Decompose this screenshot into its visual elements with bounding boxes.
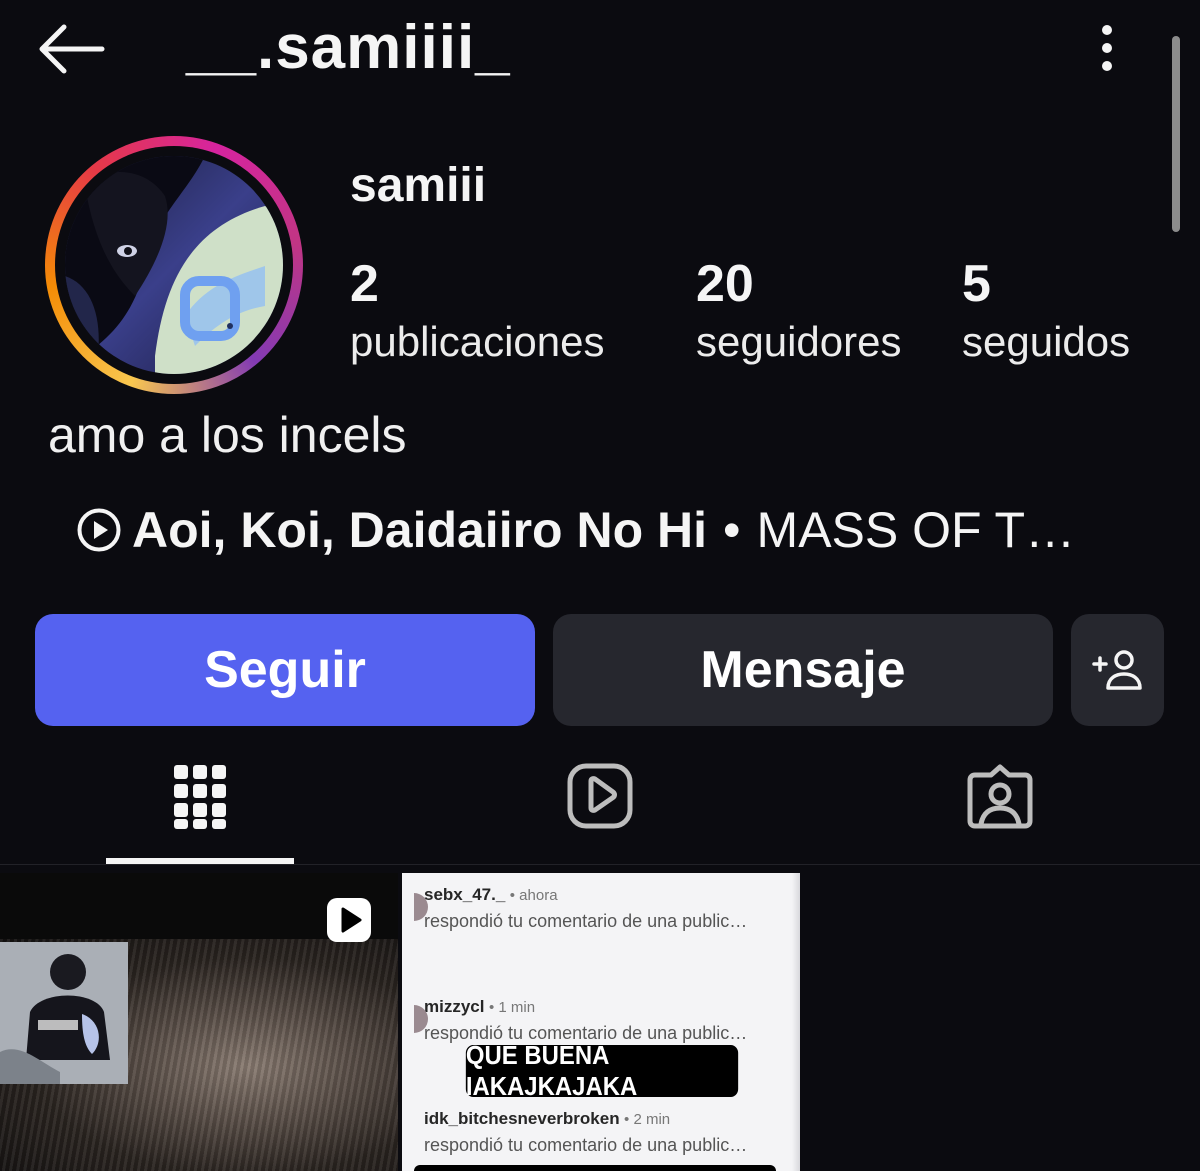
- text-sticker: QUE BUENA IAKAJKAJAKA: [465, 1040, 739, 1101]
- notification-item: idk_bitchesneverbroken • 2 min respondió…: [424, 1109, 747, 1156]
- sticker-edge: [414, 1165, 776, 1171]
- post-image-inset: [0, 942, 128, 1084]
- notification-user: idk_bitchesneverbroken: [424, 1109, 620, 1128]
- notification-time: • ahora: [509, 887, 558, 904]
- notification-user: mizzycl: [424, 997, 485, 1016]
- arrow-left-icon: [39, 24, 105, 74]
- divider: [0, 864, 1200, 865]
- post-image-edge: [792, 873, 800, 1171]
- profile-music[interactable]: Aoi, Koi, Daidaiiro No Hi • MASS OF T…: [76, 498, 1075, 562]
- more-vertical-icon: [1102, 25, 1112, 71]
- followers-count-value: 20: [696, 255, 754, 313]
- more-options-button[interactable]: [1090, 22, 1124, 78]
- story-ring[interactable]: [45, 136, 303, 394]
- music-separator: •: [723, 502, 741, 558]
- add-person-icon: [1091, 650, 1142, 690]
- notification-user: sebx_47._: [424, 885, 506, 904]
- post-thumbnail[interactable]: sebx_47._ • ahora respondió tu comentari…: [402, 873, 800, 1171]
- followers-count[interactable]: 20 seguidores: [696, 254, 901, 370]
- follow-button[interactable]: Seguir: [35, 614, 535, 726]
- notification-text: respondió tu comentario de una public…: [424, 911, 748, 931]
- followers-count-label: seguidores: [696, 318, 902, 365]
- reel-play-icon: [327, 898, 371, 942]
- notification-time: • 2 min: [624, 1111, 671, 1128]
- profile-page: __.samiiii_ samiii 2 publicaciones 20 se…: [0, 0, 1200, 1171]
- tab-tagged[interactable]: [960, 756, 1040, 836]
- grid-icon: [174, 765, 226, 829]
- music-artist: MASS OF T…: [756, 502, 1076, 558]
- back-button[interactable]: [34, 22, 106, 76]
- posts-count-label: publicaciones: [350, 318, 605, 365]
- bio: amo a los incels: [48, 407, 407, 463]
- display-name: samiii: [350, 159, 487, 212]
- notification-text: respondió tu comentario de una public…: [424, 1135, 748, 1155]
- avatar: [65, 156, 283, 374]
- message-button[interactable]: Mensaje: [553, 614, 1053, 726]
- tab-reels[interactable]: [560, 756, 640, 836]
- posts-count[interactable]: 2 publicaciones: [350, 254, 605, 370]
- notification-item: sebx_47._ • ahora respondió tu comentari…: [414, 885, 748, 932]
- notification-item: mizzycl • 1 min respondió tu comentario …: [414, 997, 747, 1044]
- following-count-value: 5: [962, 255, 991, 313]
- following-count-label: seguidos: [962, 318, 1131, 365]
- notification-time: • 1 min: [488, 999, 536, 1016]
- reels-icon: [567, 763, 633, 829]
- tagged-icon: [967, 764, 1033, 829]
- posts-count-value: 2: [350, 255, 379, 313]
- scrollbar[interactable]: [1172, 36, 1180, 232]
- music-title: Aoi, Koi, Daidaiiro No Hi: [132, 502, 708, 558]
- suggested-accounts-button[interactable]: [1071, 614, 1164, 726]
- tab-grid[interactable]: [160, 756, 240, 836]
- following-count[interactable]: 5 seguidos: [962, 254, 1130, 370]
- profile-username-title: __.samiiii_: [186, 13, 511, 82]
- play-circle-icon: [77, 508, 121, 552]
